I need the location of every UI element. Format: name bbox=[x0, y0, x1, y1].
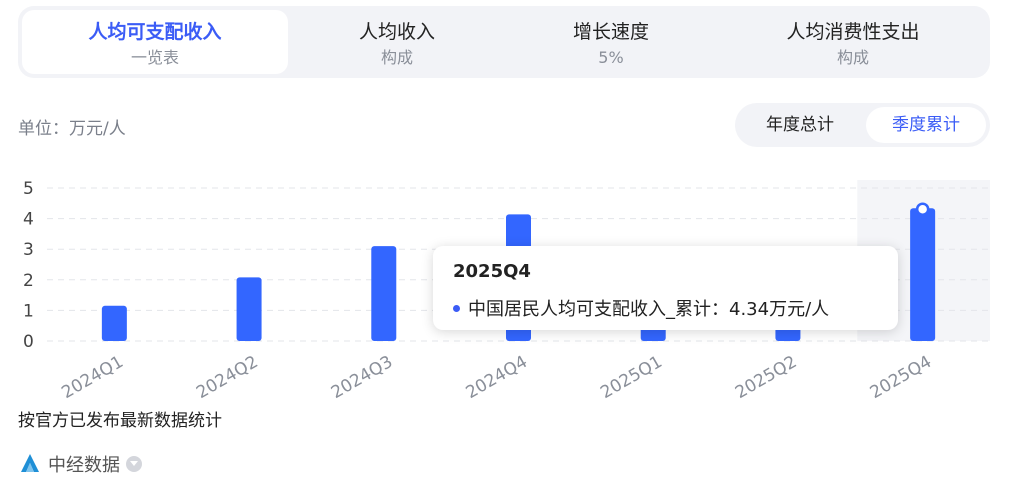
tooltip-title: 2025Q4 bbox=[453, 261, 531, 282]
x-tick-label: 2025Q2 bbox=[732, 352, 800, 403]
tab-disposable-income[interactable]: 人均可支配收入 一览表 bbox=[22, 10, 288, 74]
x-tick-label: 2024Q2 bbox=[193, 352, 261, 403]
y-tick-label: 3 bbox=[23, 240, 34, 260]
tab-label: 增长速度 bbox=[572, 21, 649, 43]
tooltip-row: 中国居民人均可支配收入_累计：4.34万元/人 bbox=[453, 295, 829, 321]
brand-logo-icon bbox=[21, 454, 39, 472]
y-tick-label: 5 bbox=[23, 179, 34, 199]
tab-growth-rate[interactable]: 增长速度 5% bbox=[506, 10, 716, 74]
y-tick-label: 0 bbox=[23, 332, 34, 352]
bar-2024Q1[interactable] bbox=[101, 305, 127, 341]
active-point-marker bbox=[915, 202, 930, 216]
tooltip-value: 中国居民人均可支配收入_累计：4.34万元/人 bbox=[468, 299, 830, 320]
tab-sublabel: 构成 bbox=[836, 48, 869, 67]
x-tick-label: 2025Q1 bbox=[597, 352, 665, 403]
x-tick-label: 2025Q4 bbox=[867, 352, 935, 403]
indicator-tabs: 人均可支配收入 一览表 人均收入 构成 增长速度 5% 人均消费性支出 构成 bbox=[18, 6, 990, 78]
brand-name: 中经数据 bbox=[48, 455, 120, 476]
tab-sublabel: 5% bbox=[598, 48, 624, 67]
data-source-note: 按官方已发布最新数据统计 bbox=[18, 411, 222, 431]
chart-tooltip: 2025Q4 中国居民人均可支配收入_累计：4.34万元/人 bbox=[433, 246, 898, 330]
bar-2024Q2[interactable] bbox=[236, 277, 262, 341]
tab-label: 人均收入 bbox=[358, 21, 435, 43]
x-tick-label: 2024Q3 bbox=[328, 352, 396, 403]
tab-consumption[interactable]: 人均消费性支出 构成 bbox=[720, 10, 986, 74]
tab-income[interactable]: 人均收入 构成 bbox=[292, 10, 502, 74]
y-tick-label: 4 bbox=[23, 210, 34, 230]
bar-2024Q3[interactable] bbox=[371, 246, 397, 341]
toggle-annual-total[interactable]: 年度总计 bbox=[741, 107, 859, 143]
tab-sublabel: 一览表 bbox=[130, 48, 179, 67]
tab-sublabel: 构成 bbox=[380, 48, 413, 67]
tab-label: 人均可支配收入 bbox=[88, 21, 222, 43]
series-dot-icon bbox=[453, 304, 460, 312]
y-tick-label: 2 bbox=[23, 271, 34, 291]
period-toggle: 年度总计 季度累计 bbox=[735, 103, 990, 147]
y-tick-label: 1 bbox=[23, 301, 34, 321]
x-tick-label: 2024Q4 bbox=[463, 352, 531, 403]
x-tick-label: 2024Q1 bbox=[58, 352, 126, 403]
chevron-down-icon[interactable] bbox=[126, 456, 142, 472]
brand-link[interactable]: 中经数据 bbox=[18, 451, 142, 477]
tab-label: 人均消费性支出 bbox=[786, 21, 920, 43]
toggle-quarterly-cumulative[interactable]: 季度累计 bbox=[866, 107, 986, 143]
unit-label: 单位：万元/人 bbox=[18, 119, 126, 139]
bar-2025Q4[interactable] bbox=[910, 208, 936, 341]
